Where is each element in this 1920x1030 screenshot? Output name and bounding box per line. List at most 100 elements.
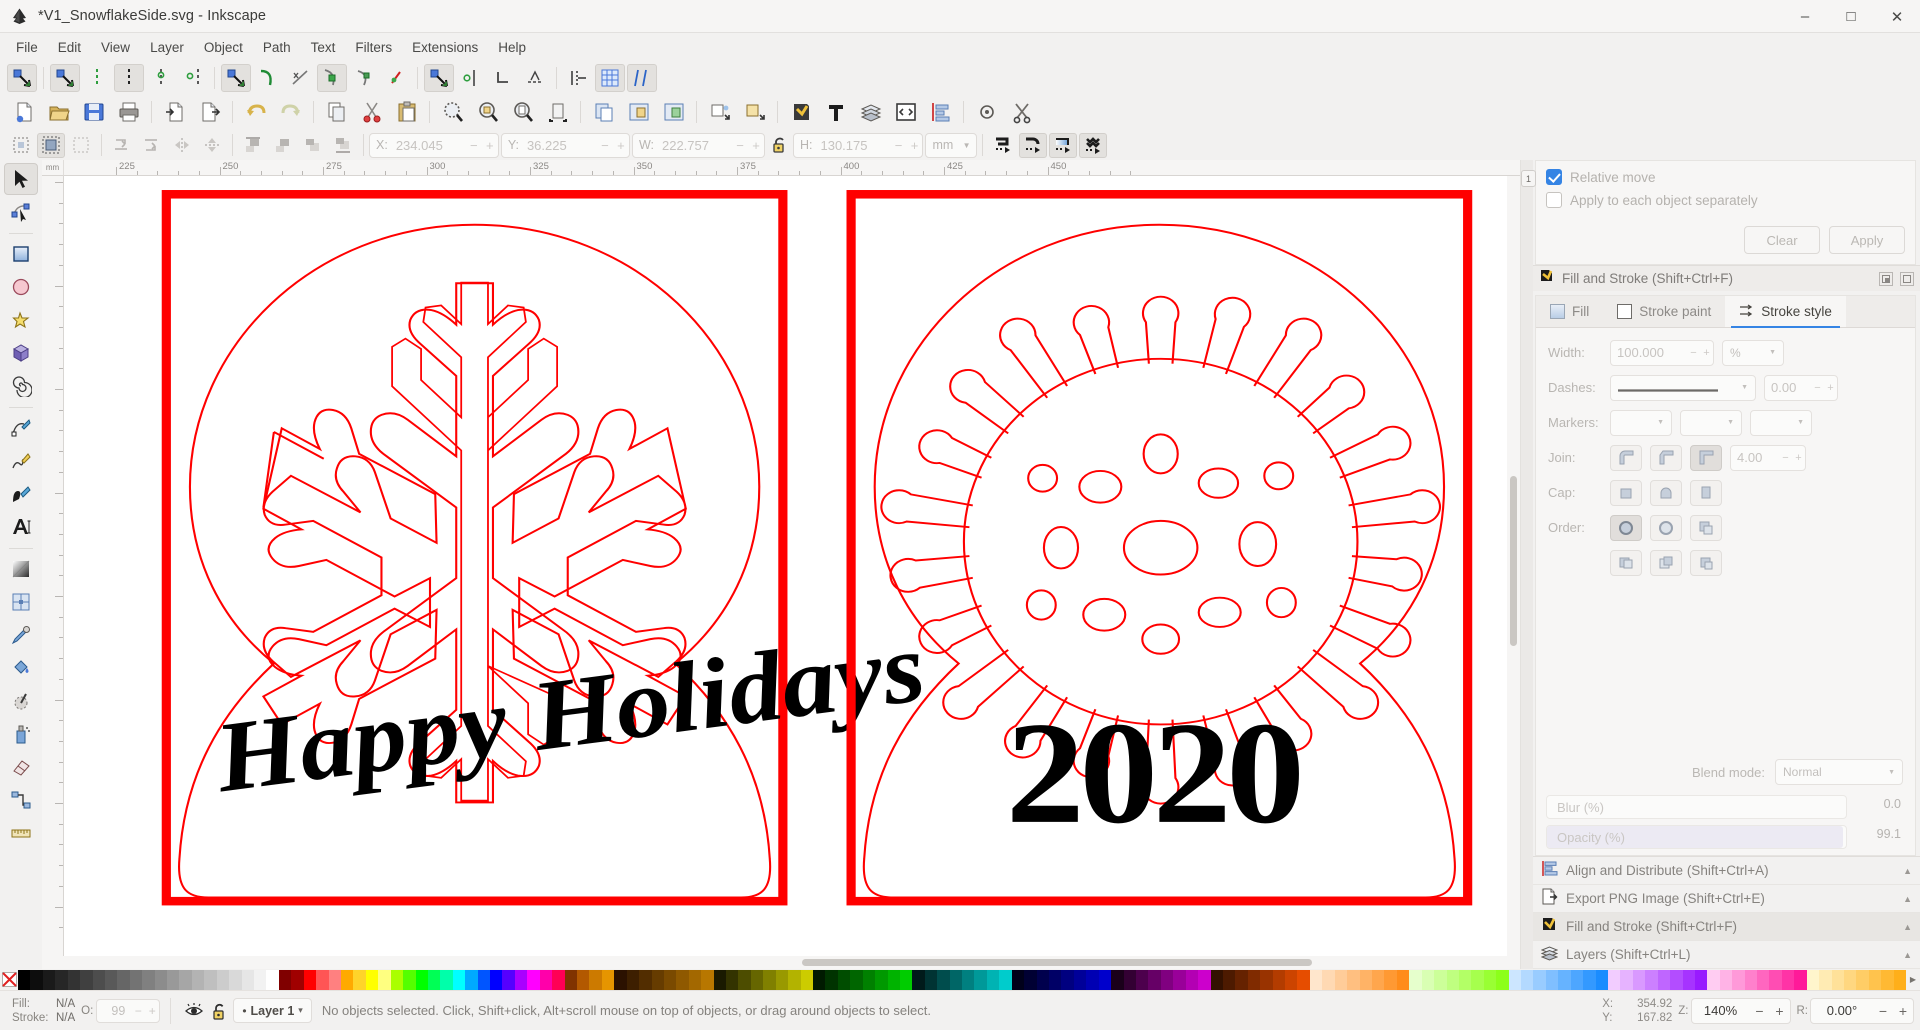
y-coordinate-field[interactable]: Y: 36.225 − +: [500, 132, 630, 158]
rotation-decrement[interactable]: −: [1873, 1003, 1893, 1019]
palette-swatch[interactable]: [1061, 969, 1074, 990]
palette-swatch[interactable]: [763, 969, 776, 990]
opacity-field[interactable]: 99 − +: [96, 998, 161, 1023]
palette-swatch[interactable]: [1657, 969, 1671, 990]
stroke-width-unit-dropdown[interactable]: % ▼: [1722, 339, 1784, 366]
palette-swatch[interactable]: [875, 969, 888, 990]
palette-swatch[interactable]: [663, 969, 677, 990]
palette-swatch[interactable]: [1359, 969, 1372, 990]
palette-swatch[interactable]: [1173, 969, 1186, 990]
dash-offset-value[interactable]: 0.00: [1765, 380, 1811, 395]
palette-swatch[interactable]: [949, 969, 963, 990]
group-icon[interactable]: [703, 97, 736, 127]
measure-tool[interactable]: [4, 817, 38, 849]
zoom-decrement[interactable]: −: [1750, 1003, 1770, 1019]
palette-swatch[interactable]: [1260, 969, 1273, 990]
rotate-ccw-90-icon[interactable]: [108, 133, 136, 158]
palette-swatch[interactable]: [1707, 969, 1720, 990]
x-increment[interactable]: +: [482, 138, 498, 153]
opacity-value[interactable]: 99.1: [1877, 827, 1901, 841]
snap-bbox-edge-midpoint-icon[interactable]: [146, 64, 176, 92]
eraser-tool[interactable]: [4, 751, 38, 783]
palette-swatch[interactable]: [1521, 969, 1534, 990]
palette-swatch[interactable]: [254, 969, 267, 990]
palette-swatch[interactable]: [1235, 969, 1248, 990]
menu-extensions[interactable]: Extensions: [402, 36, 488, 59]
palette-swatch[interactable]: [1309, 969, 1323, 990]
palette-swatch[interactable]: [738, 969, 751, 990]
x-decrement[interactable]: −: [466, 138, 482, 153]
palette-swatch[interactable]: [676, 969, 689, 990]
bevel-join-icon[interactable]: [1650, 444, 1682, 471]
cut-icon[interactable]: [355, 97, 388, 127]
snap-grid-icon[interactable]: [595, 63, 625, 92]
palette-swatch[interactable]: [154, 969, 168, 990]
vertical-scrollbar-thumb[interactable]: [1510, 476, 1517, 646]
affect-stroke-width-icon[interactable]: [989, 133, 1017, 158]
ellipse-tool[interactable]: [4, 271, 38, 303]
ruler-corner[interactable]: mm: [42, 160, 64, 176]
palette-swatch[interactable]: [887, 969, 900, 990]
affect-rounded-corners-icon[interactable]: [1019, 132, 1048, 158]
zoom-increment[interactable]: +: [1770, 1003, 1790, 1019]
zoom-field[interactable]: 140% − +: [1690, 997, 1791, 1024]
palette-swatch[interactable]: [788, 969, 801, 990]
tab-stroke-style[interactable]: Stroke style: [1725, 296, 1846, 328]
dock-resize-handle[interactable]: 1: [1521, 160, 1536, 969]
deselect-icon[interactable]: [67, 133, 95, 158]
opacity-value[interactable]: 99: [97, 1004, 131, 1018]
minimize-button[interactable]: ‒: [1782, 0, 1828, 33]
stroke-width-decrement[interactable]: −: [1687, 347, 1700, 359]
blur-slider-row[interactable]: Blur (%) 0.0: [1546, 795, 1905, 819]
tab-stroke-paint[interactable]: Stroke paint: [1603, 296, 1725, 327]
stroke-width-increment[interactable]: +: [1700, 347, 1713, 359]
palette-swatch[interactable]: [1098, 969, 1112, 990]
palette-swatch[interactable]: [316, 969, 329, 990]
palette-swatch[interactable]: [1011, 969, 1025, 990]
h-value[interactable]: 130.175: [816, 138, 890, 153]
unlink-clone-icon[interactable]: [657, 97, 690, 127]
snap-bounding-box-icon[interactable]: [50, 63, 80, 92]
chevron-up-icon[interactable]: ▲: [1903, 866, 1912, 876]
redo-icon[interactable]: [274, 97, 307, 127]
palette-swatch[interactable]: [291, 969, 304, 990]
w-value[interactable]: 222.757: [658, 138, 732, 153]
preferences-icon[interactable]: [970, 97, 1003, 127]
miter-limit-value[interactable]: 4.00: [1731, 450, 1779, 465]
affect-gradients-icon[interactable]: [1049, 132, 1078, 158]
ungroup-icon[interactable]: [738, 97, 771, 127]
palette-swatch[interactable]: [912, 969, 925, 990]
affect-patterns-icon[interactable]: [1079, 132, 1108, 158]
palette-swatch[interactable]: [1371, 969, 1385, 990]
palette-swatch[interactable]: [1322, 969, 1335, 990]
marker-start-dropdown[interactable]: ▼: [1610, 409, 1672, 436]
snap-page-border-icon[interactable]: [563, 64, 593, 92]
palette-swatch[interactable]: [701, 969, 714, 990]
rotation-increment[interactable]: +: [1893, 1003, 1913, 1019]
document-properties-icon[interactable]: [889, 97, 922, 127]
rotation-value[interactable]: 0.00°: [1811, 1003, 1873, 1018]
palette-swatch[interactable]: [403, 969, 416, 990]
flip-vertical-icon[interactable]: [198, 133, 226, 158]
copy-icon[interactable]: [320, 97, 353, 127]
stroke-markers-fill-icon[interactable]: [1690, 549, 1722, 576]
palette-swatch[interactable]: [117, 969, 130, 990]
snap-rotation-center-icon[interactable]: [488, 64, 518, 92]
palette-swatch[interactable]: [1334, 969, 1348, 990]
palette-swatch[interactable]: [18, 969, 31, 990]
snap-text-baseline-icon[interactable]: [520, 64, 550, 92]
stroke-width-field[interactable]: 100.000 − +: [1610, 339, 1714, 366]
menu-path[interactable]: Path: [253, 36, 301, 59]
undo-icon[interactable]: [239, 97, 272, 127]
palette-swatch[interactable]: [353, 969, 366, 990]
paintbucket-tool[interactable]: [4, 652, 38, 684]
markers-fill-stroke-icon[interactable]: [1610, 549, 1642, 576]
palette-swatch[interactable]: [67, 969, 81, 990]
select-all-layers-icon[interactable]: [37, 132, 65, 158]
palette-swatch[interactable]: [365, 969, 379, 990]
palette-swatch[interactable]: [1222, 969, 1236, 990]
snap-bbox-corner-icon[interactable]: [114, 63, 144, 92]
h-increment[interactable]: +: [906, 138, 922, 153]
y-increment[interactable]: +: [613, 138, 629, 153]
gradient-tool[interactable]: [4, 553, 38, 585]
